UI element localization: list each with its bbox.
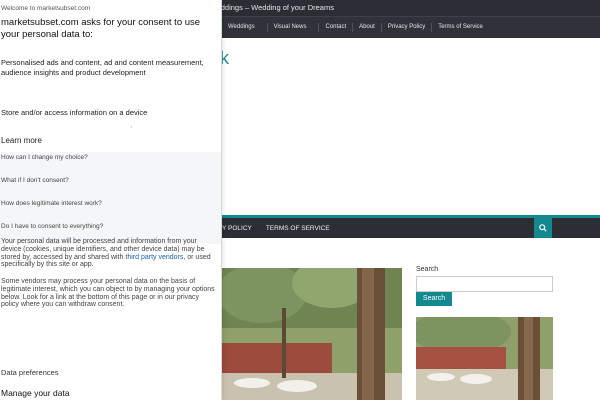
wedding-photo-thumbnail[interactable]	[416, 317, 553, 400]
thumbnail-graphic	[416, 317, 553, 400]
top-nav-terms[interactable]: Terms of Service	[431, 23, 489, 32]
top-nav-privacy-policy[interactable]: Privacy Policy	[380, 23, 431, 32]
wedding-photo-main[interactable]	[222, 268, 402, 400]
manage-data-button[interactable]: Manage your data	[1, 388, 70, 398]
sidebar-search-label: Search	[416, 266, 439, 273]
purpose-store-access[interactable]: Store and/or access information on a dev…	[1, 108, 211, 118]
sidebar-search-input[interactable]	[416, 276, 553, 292]
chevron-right-icon: ›	[130, 124, 133, 131]
faq-dont-consent[interactable]: What if I don't consent?	[0, 175, 221, 198]
purpose-personalised-ads[interactable]: Personalised ads and content, ad and con…	[1, 58, 211, 78]
data-preferences-heading: Data preferences	[1, 368, 59, 377]
consent-processing-text: Your personal data will be processed and…	[1, 238, 216, 269]
faq-legitimate-interest[interactable]: How does legitimate interest work?	[0, 198, 221, 221]
faq-change-choice[interactable]: How can I change my choice?	[0, 152, 221, 175]
top-nav-visual-news[interactable]: Visual News	[266, 23, 313, 32]
top-nav-contact[interactable]: Contact	[318, 23, 352, 32]
consent-heading: marketsubset.com asks for your consent t…	[1, 17, 201, 40]
search-icon	[539, 224, 547, 232]
top-nav-weddings[interactable]: Weddings	[222, 23, 261, 32]
third-party-vendors-link[interactable]: third party vendors	[125, 254, 183, 261]
consent-welcome: Welcome to marketsubset.com	[1, 5, 91, 12]
nav-search-button[interactable]	[534, 218, 552, 238]
main-nav-terms[interactable]: TERMS OF SERVICE	[266, 225, 330, 232]
top-nav-about[interactable]: About	[352, 23, 381, 32]
sidebar-search-button[interactable]: Search	[416, 292, 452, 306]
consent-dialog: Welcome to marketsubset.com marketsubset…	[0, 0, 222, 400]
main-nav-privacy-policy[interactable]: Y POLICY	[222, 225, 252, 232]
wedding-photo-graphic	[222, 268, 402, 400]
learn-more-heading: Learn more	[1, 136, 42, 145]
consent-legitimate-interest-text: Some vendors may process your personal d…	[1, 278, 215, 309]
